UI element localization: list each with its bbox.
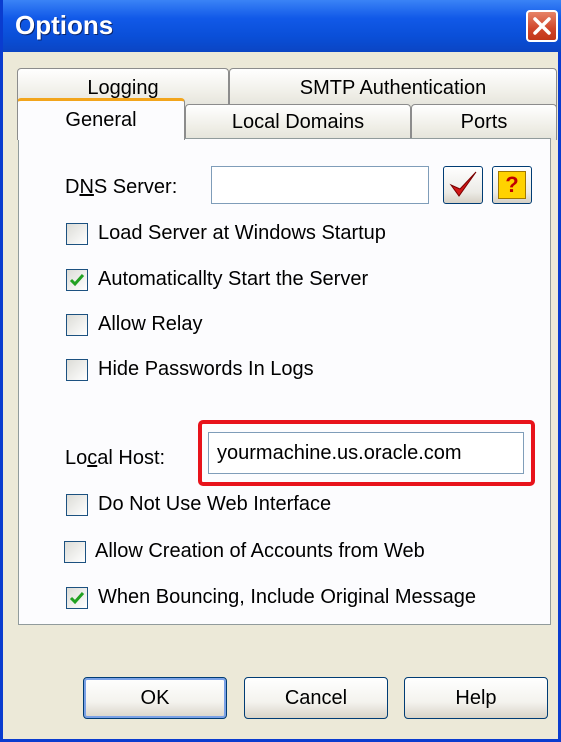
tab-local-domains-label: Local Domains bbox=[231, 111, 365, 133]
question-icon: ? bbox=[498, 171, 526, 199]
no-web-interface-label[interactable]: Do Not Use Web Interface bbox=[98, 493, 331, 516]
dns-server-label: DNS Server: bbox=[65, 176, 178, 198]
hide-passwords-label[interactable]: Hide Passwords In Logs bbox=[98, 358, 314, 381]
load-server-startup-label[interactable]: Load Server at Windows Startup bbox=[98, 222, 386, 245]
auto-start-server-label[interactable]: Automaticallty Start the Server bbox=[98, 268, 368, 291]
check-mark-icon bbox=[69, 592, 85, 605]
window-title: Options bbox=[15, 10, 114, 40]
allow-relay-checkbox[interactable] bbox=[66, 314, 88, 336]
load-server-startup-checkbox[interactable] bbox=[66, 223, 88, 245]
options-dialog: Options Logging SMTP Authentication Gene… bbox=[0, 0, 561, 742]
include-original-message-label[interactable]: When Bouncing, Include Original Message bbox=[98, 586, 476, 609]
allow-relay-label[interactable]: Allow Relay bbox=[98, 313, 202, 336]
close-button[interactable] bbox=[526, 10, 558, 42]
allow-web-accounts-label[interactable]: Allow Creation of Accounts from Web bbox=[95, 540, 425, 563]
title-bar[interactable]: Options bbox=[3, 0, 561, 52]
no-web-interface-checkbox[interactable] bbox=[66, 494, 88, 516]
close-icon bbox=[533, 17, 551, 35]
tab-logging-label: Logging bbox=[87, 77, 159, 99]
highlight-box bbox=[198, 420, 535, 486]
dns-help-button[interactable]: ? bbox=[492, 166, 532, 204]
local-host-label: Local Host: bbox=[65, 447, 166, 469]
tab-general-label: General bbox=[65, 109, 137, 131]
tab-smtp-authentication-label: SMTP Authentication bbox=[299, 77, 487, 99]
dns-check-button[interactable] bbox=[443, 166, 483, 204]
ok-button[interactable]: OK bbox=[83, 677, 227, 719]
tab-ports[interactable]: Ports bbox=[411, 104, 557, 140]
checkmark-icon bbox=[449, 171, 477, 197]
cancel-button[interactable]: Cancel bbox=[244, 677, 388, 719]
tab-smtp-authentication[interactable]: SMTP Authentication bbox=[229, 68, 557, 108]
tab-local-domains[interactable]: Local Domains bbox=[185, 104, 411, 140]
check-mark-icon bbox=[69, 274, 85, 287]
dns-server-input[interactable] bbox=[211, 166, 429, 204]
auto-start-server-checkbox[interactable] bbox=[66, 269, 88, 291]
tab-ports-label: Ports bbox=[460, 111, 508, 133]
tab-general[interactable]: General bbox=[17, 98, 185, 140]
help-button[interactable]: Help bbox=[404, 677, 548, 719]
allow-web-accounts-checkbox[interactable] bbox=[64, 541, 86, 563]
include-original-message-checkbox[interactable] bbox=[66, 587, 88, 609]
hide-passwords-checkbox[interactable] bbox=[66, 359, 88, 381]
